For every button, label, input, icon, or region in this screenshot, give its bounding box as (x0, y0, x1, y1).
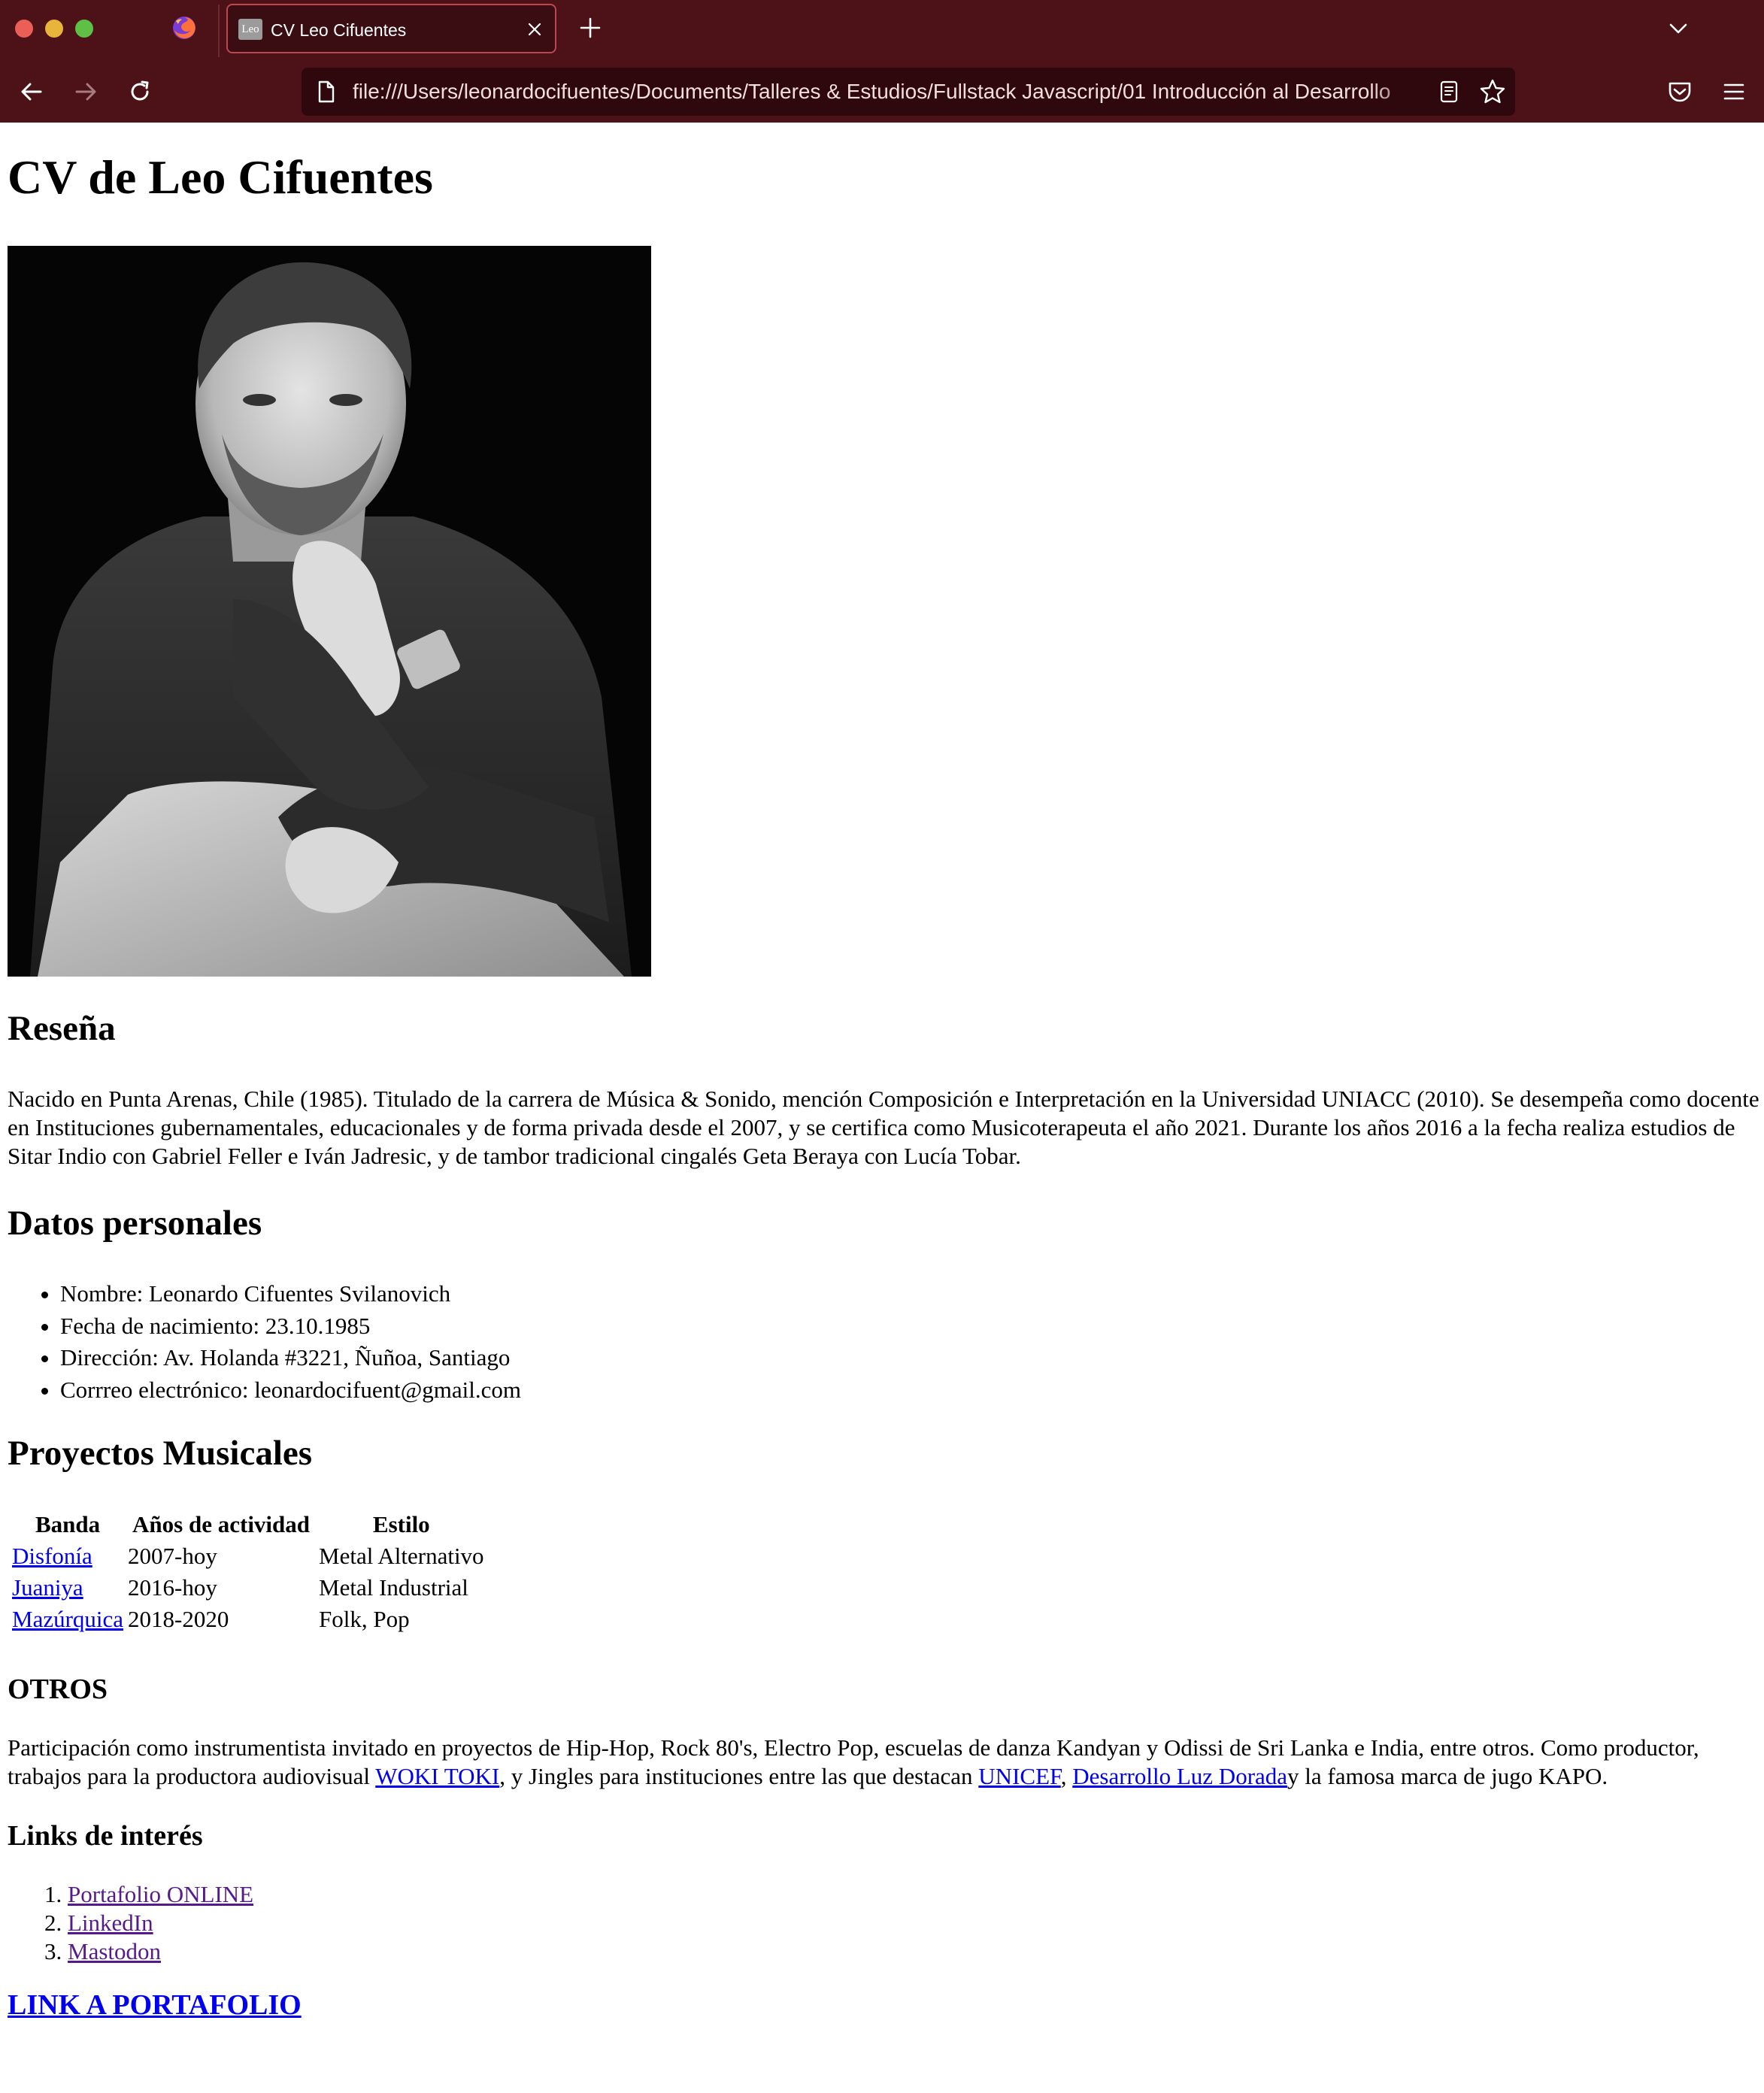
tab-bar: Leo CV Leo Cifuentes (0, 0, 1764, 60)
otros-text-part: y la famosa marca de jugo KAPO. (1287, 1763, 1608, 1789)
table-cell: 2007-hoy (128, 1543, 217, 1569)
reload-icon[interactable] (126, 78, 153, 105)
page-content: CV de Leo Cifuentes Reseña Nacido en Pun… (0, 123, 1764, 2093)
table-cell: 2016-hoy (128, 1574, 217, 1601)
navigation-toolbar: file:///Users/leonardocifuentes/Document… (0, 60, 1764, 123)
list-item: Nombre: Leonardo Cifuentes Svilanovich (60, 1278, 521, 1310)
list-item: Mastodon (68, 1937, 253, 1966)
browser-chrome: Leo CV Leo Cifuentes file:///Users/leona… (0, 0, 1764, 123)
close-icon[interactable] (526, 20, 544, 38)
portafolio-online-link[interactable]: Portafolio ONLINE (68, 1881, 253, 1907)
chevron-down-icon[interactable] (1666, 17, 1690, 41)
pocket-icon[interactable] (1666, 78, 1693, 105)
star-icon[interactable] (1479, 78, 1506, 105)
otros-text: Participación como instrumentista invita… (8, 1734, 1759, 1791)
list-item: Portafolio ONLINE (68, 1880, 253, 1909)
band-link-disfonia[interactable]: Disfonía (12, 1543, 92, 1569)
otros-heading: OTROS (8, 1673, 108, 1705)
mastodon-link[interactable]: Mastodon (68, 1938, 161, 1964)
forward-arrow-icon[interactable] (72, 78, 99, 105)
links-heading: Links de interés (8, 1820, 203, 1852)
back-arrow-icon[interactable] (18, 78, 45, 105)
resena-text: Nacido en Punta Arenas, Chile (1985). Ti… (8, 1086, 1759, 1169)
window-close-button[interactable] (15, 20, 33, 38)
list-item: Fecha de nacimiento: 23.10.1985 (60, 1310, 521, 1343)
table-cell: Mazúrquica (12, 1605, 123, 1634)
table-cell: Metal Alternativo (319, 1543, 484, 1569)
otros-text-part: , y Jingles para instituciones entre las… (499, 1763, 979, 1789)
column-header-estilo: Estilo (372, 1511, 430, 1537)
reader-view-icon[interactable] (1437, 80, 1461, 104)
band-link-juaniya[interactable]: Juaniya (12, 1574, 83, 1601)
url-bar[interactable]: file:///Users/leonardocifuentes/Document… (302, 68, 1515, 116)
hamburger-menu-icon[interactable] (1720, 78, 1747, 105)
window-minimize-button[interactable] (45, 20, 63, 38)
table-row: Disfonía 2007-hoy Metal Alternativo (12, 1542, 484, 1571)
url-text[interactable]: file:///Users/leonardocifuentes/Document… (353, 68, 1420, 116)
link-a-portafolio[interactable]: LINK A PORTAFOLIO (8, 1989, 302, 2023)
tab-separator (218, 5, 220, 57)
links-list: Portafolio ONLINE LinkedIn Mastodon (8, 1880, 253, 1966)
table-row: Mazúrquica 2018-2020 Folk, Pop (12, 1605, 484, 1634)
table-cell: 2018-2020 (128, 1606, 229, 1632)
list-item: LinkedIn (68, 1909, 253, 1937)
column-header-banda: Banda (35, 1511, 101, 1537)
tab-favicon-icon: Leo (238, 19, 262, 40)
url-fade (1369, 68, 1429, 116)
window-zoom-button[interactable] (75, 20, 93, 38)
otros-text-part: , (1060, 1763, 1073, 1789)
list-item: Dirección: Av. Holanda #3221, Ñuñoa, San… (60, 1342, 521, 1374)
desarrollo-luz-dorada-link[interactable]: Desarrollo Luz Dorada (1072, 1763, 1287, 1789)
table-cell: Metal Industrial (319, 1574, 468, 1601)
woki-toki-link[interactable]: WOKI TOKI (375, 1763, 499, 1789)
list-item: Corrreo electrónico: leonardocifuent@gma… (60, 1374, 521, 1407)
plus-icon[interactable] (577, 15, 603, 41)
table-row: Juaniya 2016-hoy Metal Industrial (12, 1574, 484, 1602)
resena-heading: Reseña (8, 1009, 116, 1048)
page-icon (318, 80, 335, 103)
table-cell: Folk, Pop (319, 1606, 410, 1632)
table-cell: Juaniya (12, 1574, 123, 1602)
datos-personales-list: Nombre: Leonardo Cifuentes Svilanovich F… (8, 1278, 521, 1406)
firefox-logo-icon[interactable] (171, 15, 197, 41)
datos-personales-heading: Datos personales (8, 1204, 262, 1243)
band-link-mazurquica[interactable]: Mazúrquica (12, 1606, 123, 1632)
tab-cv-leo-cifuentes[interactable]: Leo CV Leo Cifuentes (226, 4, 556, 53)
column-header-anos: Años de actividad (132, 1511, 311, 1537)
profile-photo (8, 246, 651, 977)
linkedin-link[interactable]: LinkedIn (68, 1910, 153, 1936)
table-cell: Disfonía (12, 1542, 123, 1571)
page-title: CV de Leo Cifuentes (8, 150, 433, 204)
table-header-row: Banda Años de actividad Estilo (12, 1510, 484, 1539)
proyectos-table: Banda Años de actividad Estilo Disfonía … (8, 1507, 489, 1637)
proyectos-heading: Proyectos Musicales (8, 1434, 313, 1473)
unicef-link[interactable]: UNICEF (978, 1763, 1060, 1789)
portrait-image (8, 246, 651, 977)
tab-title: CV Leo Cifuentes (271, 20, 407, 40)
